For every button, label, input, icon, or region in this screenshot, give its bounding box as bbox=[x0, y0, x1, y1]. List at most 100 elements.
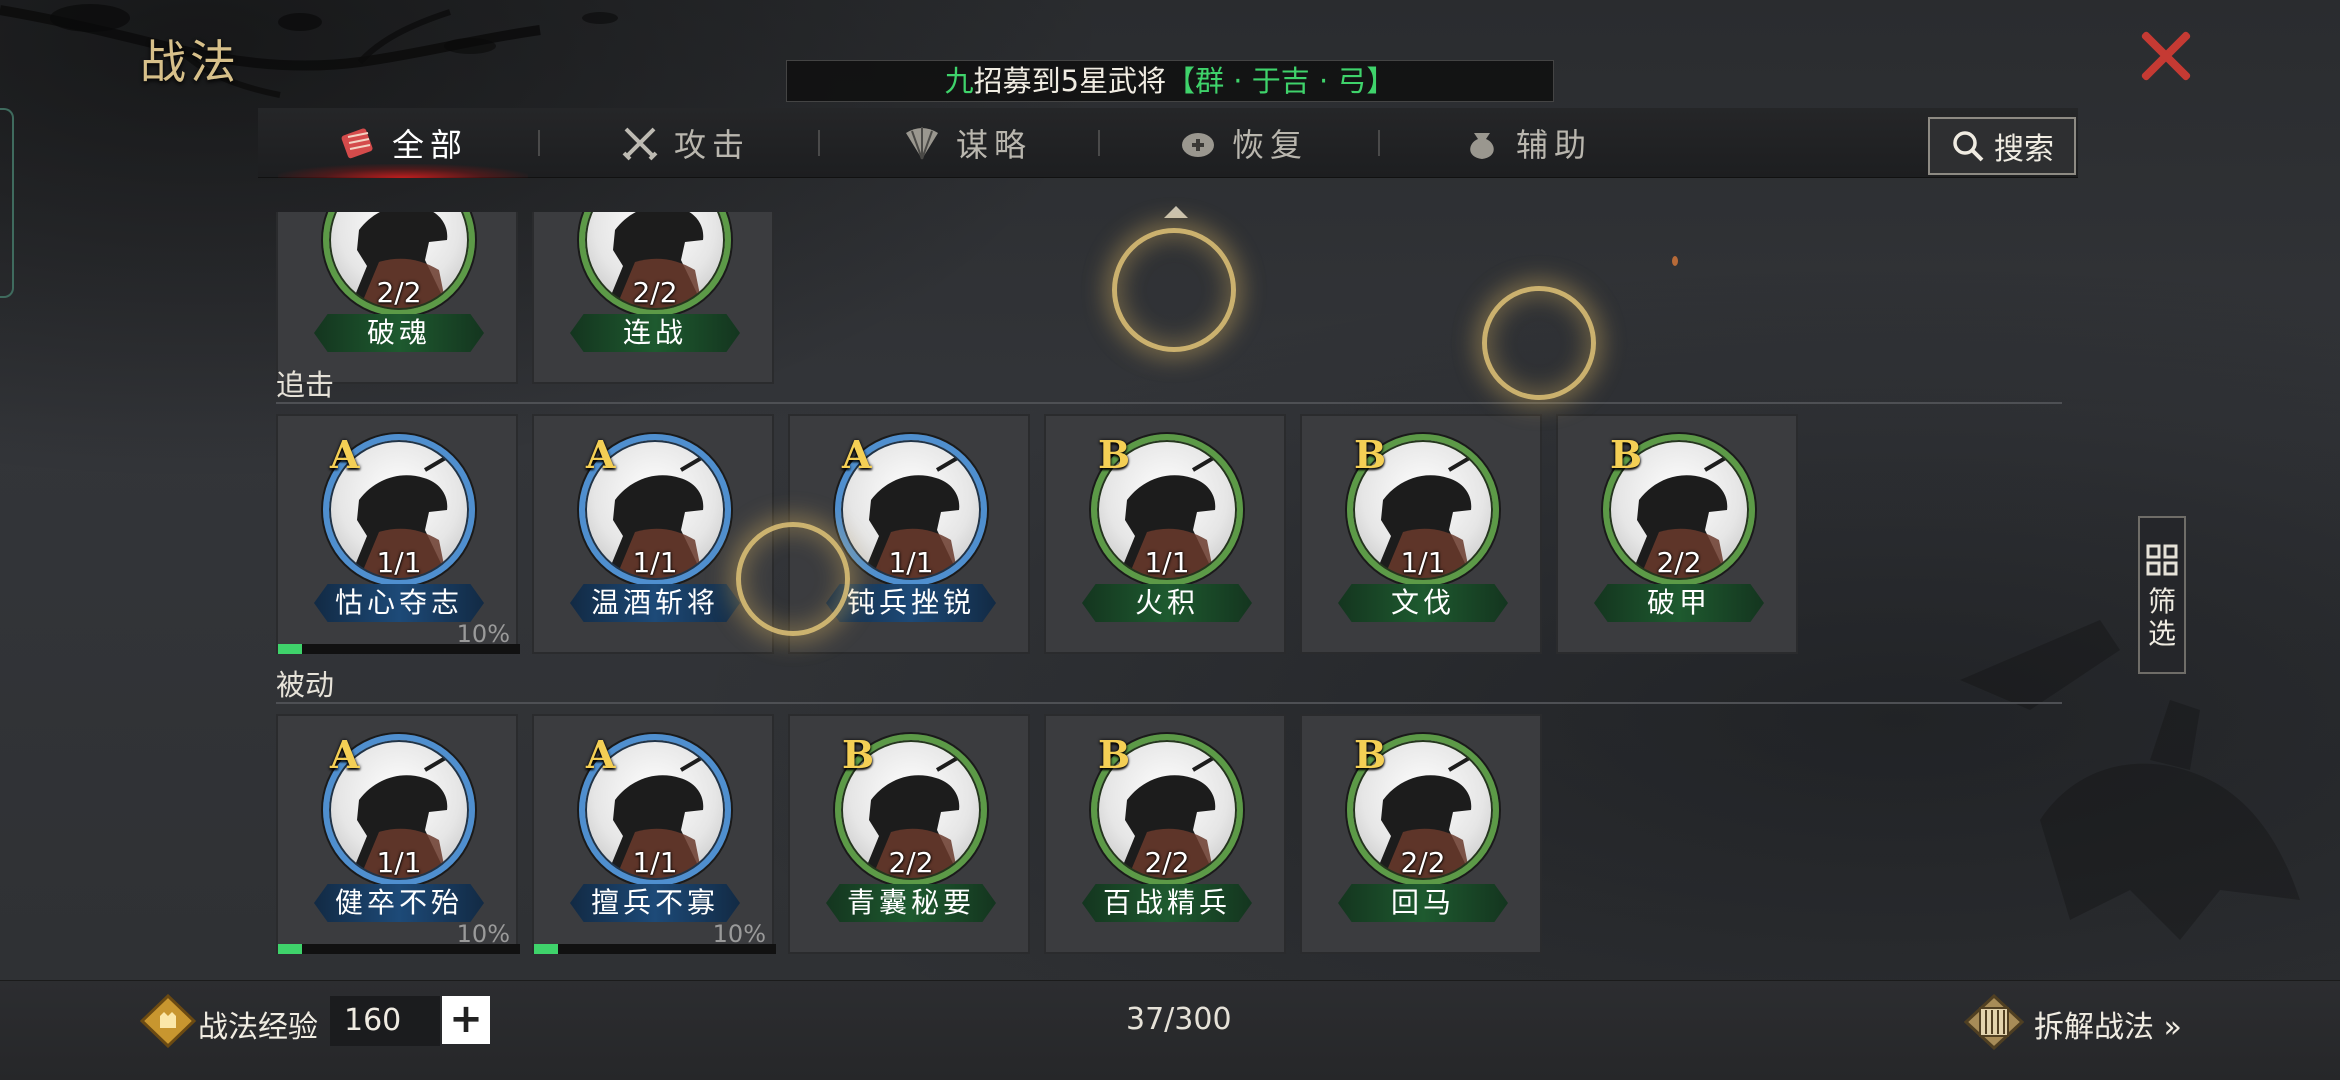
tactic-card[interactable]: A 1/1 健卒不殆 10% bbox=[276, 714, 520, 954]
tactic-card[interactable]: B 2/2 百战精兵 bbox=[1044, 714, 1286, 954]
section-title-pursuit: 追击 bbox=[276, 368, 335, 402]
tactic-count: 1/1 bbox=[376, 846, 422, 879]
add-exp-button[interactable]: + bbox=[442, 996, 490, 1044]
tactic-count: 1/1 bbox=[1400, 546, 1446, 579]
grade-badge: A bbox=[586, 432, 616, 477]
research-progress-bar bbox=[278, 644, 520, 654]
section-divider bbox=[276, 402, 2062, 404]
search-icon bbox=[1953, 131, 1984, 162]
tactic-card[interactable]: A 1/1 温酒斩将 bbox=[532, 414, 774, 654]
tactic-count: 1/1 bbox=[376, 546, 422, 579]
tactic-count: 1/1 bbox=[1144, 546, 1190, 579]
tab-attack-label: 攻击 bbox=[674, 126, 751, 164]
page-title: 战法 bbox=[140, 35, 240, 89]
tactic-name: 破甲 bbox=[1594, 584, 1764, 622]
tab-support[interactable]: 辅助 bbox=[1462, 108, 1592, 178]
research-progress-bar bbox=[278, 944, 520, 954]
dismantle-scroll-icon bbox=[1964, 994, 2024, 1050]
tactic-count: 2/2 bbox=[1656, 546, 1702, 579]
grade-badge: A bbox=[330, 432, 360, 477]
ember-particle bbox=[1672, 256, 1678, 266]
tactic-name: 青囊秘要 bbox=[826, 884, 996, 922]
tactic-card[interactable]: 2/2 连战 bbox=[532, 212, 774, 384]
tactic-name: 钝兵挫锐 bbox=[826, 584, 996, 622]
tab-divider bbox=[1378, 130, 1380, 156]
tactic-count: 2/2 bbox=[1400, 846, 1446, 879]
tactics-list[interactable]: 2/2 破魂 2/2 连战 追击 A 1/1 怙心夺志 10% A 1/1 温酒… bbox=[258, 212, 2078, 980]
tab-divider bbox=[538, 130, 540, 156]
tactic-count: 2/2 bbox=[376, 276, 422, 309]
close-icon[interactable] bbox=[2138, 28, 2194, 84]
grade-badge: A bbox=[586, 732, 616, 777]
tactic-name: 火积 bbox=[1082, 584, 1252, 622]
tactic-name: 温酒斩将 bbox=[570, 584, 740, 622]
search-button[interactable]: 搜索 bbox=[1928, 117, 2076, 175]
support-bag-icon bbox=[1470, 133, 1494, 159]
section-divider bbox=[276, 702, 2062, 704]
tactic-count: 1/1 bbox=[888, 546, 934, 579]
tactic-card[interactable]: B 1/1 火积 bbox=[1044, 414, 1286, 654]
game-screen: 战法 九招募到5星武将【群 · 于吉 · 弓】 全部 攻击 谋略 恢复 辅助 搜… bbox=[0, 0, 2340, 1080]
grade-badge: A bbox=[330, 732, 360, 777]
broadcast-text: 招募到5星武将 bbox=[973, 64, 1167, 98]
tactic-name: 连战 bbox=[570, 314, 740, 352]
tactic-card[interactable]: A 1/1 怙心夺志 10% bbox=[276, 414, 520, 654]
tactic-count: 2/2 bbox=[888, 846, 934, 879]
tab-all[interactable]: 全部 bbox=[277, 108, 529, 178]
tab-all-label: 全部 bbox=[392, 126, 469, 164]
tactic-name: 百战精兵 bbox=[1082, 884, 1252, 922]
recruitment-broadcast: 九招募到5星武将【群 · 于吉 · 弓】 bbox=[786, 60, 1554, 102]
grade-badge: A bbox=[842, 432, 872, 477]
tactic-name: 回马 bbox=[1338, 884, 1508, 922]
tactic-card[interactable]: B 2/2 回马 bbox=[1300, 714, 1542, 954]
strategy-fan-icon bbox=[906, 127, 938, 160]
tactic-exp-value: 160 bbox=[330, 996, 440, 1046]
filter-label: 筛选 bbox=[2147, 585, 2176, 650]
broadcast-player: 九 bbox=[944, 64, 974, 98]
tactic-name: 文伐 bbox=[1338, 584, 1508, 622]
grade-badge: B bbox=[842, 732, 875, 777]
all-tactics-icon bbox=[341, 128, 373, 159]
tactic-count: 1/1 bbox=[632, 846, 678, 879]
tactic-card[interactable]: A 1/1 擅兵不寡 10% bbox=[532, 714, 776, 954]
tactic-card[interactable]: B 2/2 青囊秘要 bbox=[788, 714, 1030, 954]
tactic-exp-label: 战法经验 bbox=[198, 1010, 318, 1045]
tab-recovery[interactable]: 恢复 bbox=[1178, 108, 1308, 178]
tactic-count: 2/2 bbox=[632, 276, 678, 309]
broadcast-general: 【群 · 于吉 · 弓】 bbox=[1166, 64, 1396, 98]
grade-badge: B bbox=[1610, 432, 1643, 477]
grade-badge: B bbox=[1098, 732, 1131, 777]
tactic-name: 破魂 bbox=[314, 314, 484, 352]
grid-filter-icon bbox=[2146, 544, 2178, 576]
section-title-passive: 被动 bbox=[276, 668, 335, 702]
research-progress-bar bbox=[534, 944, 776, 954]
category-tab-bar: 全部 攻击 谋略 恢复 辅助 bbox=[258, 108, 2078, 178]
tactic-capacity: 37/300 bbox=[1126, 1002, 1232, 1037]
tab-recovery-label: 恢复 bbox=[1232, 126, 1309, 164]
dismantle-tactics-button[interactable]: 拆解战法 » bbox=[2034, 1002, 2182, 1046]
tactic-card[interactable]: A 1/1 钝兵挫锐 bbox=[788, 414, 1030, 654]
tactic-card[interactable]: B 1/1 文伐 bbox=[1300, 414, 1542, 654]
tab-support-label: 辅助 bbox=[1516, 126, 1593, 164]
tactic-name: 怙心夺志 bbox=[314, 584, 484, 622]
tab-divider bbox=[818, 130, 820, 156]
tactic-card[interactable]: 2/2 破魂 bbox=[276, 212, 518, 384]
tactic-card[interactable]: B 2/2 破甲 bbox=[1556, 414, 1798, 654]
search-label: 搜索 bbox=[1994, 132, 2054, 167]
filter-button[interactable]: 筛选 bbox=[2138, 516, 2186, 674]
tab-divider bbox=[1098, 130, 1100, 156]
tactic-name: 健卒不殆 bbox=[314, 884, 484, 922]
tactic-exp-icon bbox=[140, 994, 196, 1048]
tactic-count: 1/1 bbox=[632, 546, 678, 579]
tab-strategy-label: 谋略 bbox=[956, 126, 1033, 164]
left-side-tab[interactable] bbox=[0, 108, 14, 298]
grade-badge: B bbox=[1354, 732, 1387, 777]
grade-badge: B bbox=[1098, 432, 1131, 477]
crossed-swords-icon bbox=[622, 127, 658, 161]
tactic-name: 擅兵不寡 bbox=[570, 884, 740, 922]
tab-attack[interactable]: 攻击 bbox=[620, 108, 750, 178]
tab-strategy[interactable]: 谋略 bbox=[902, 108, 1032, 178]
grade-badge: B bbox=[1354, 432, 1387, 477]
recovery-icon bbox=[1182, 133, 1214, 157]
tactic-count: 2/2 bbox=[1144, 846, 1190, 879]
